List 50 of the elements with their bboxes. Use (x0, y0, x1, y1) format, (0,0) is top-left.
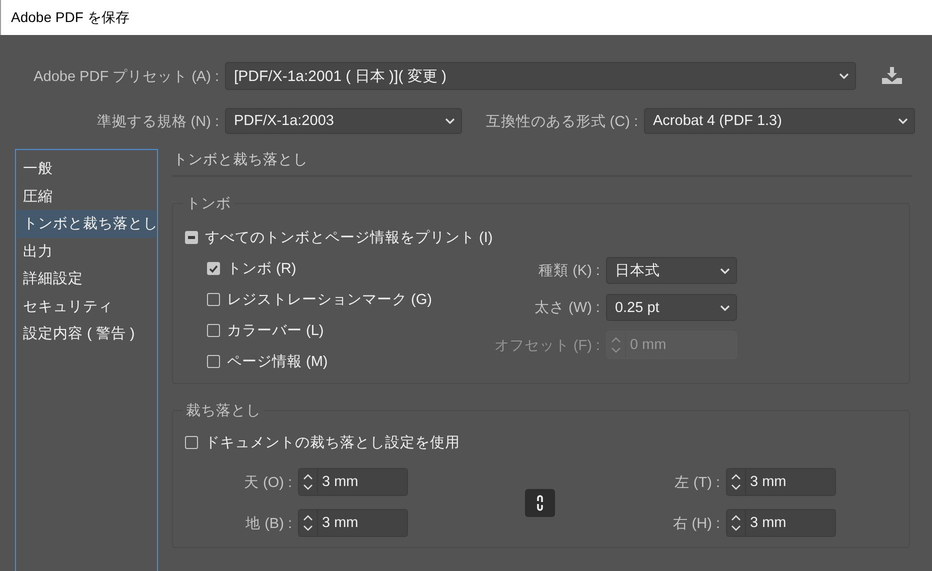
checkbox[interactable]: トンボ (R) (207, 253, 432, 284)
caret-icon (720, 304, 730, 310)
dropdown[interactable]: 日本式 (606, 257, 737, 284)
field-label: 太さ (W) : (534, 299, 600, 317)
field-label: 右 (H) : (672, 514, 720, 532)
compatibility-dropdown[interactable]: Acrobat 4 (PDF 1.3) (644, 108, 915, 134)
sidebar-item[interactable]: 一般 (17, 155, 156, 182)
dropdown[interactable]: 0.25 pt (606, 294, 737, 321)
caret-icon (898, 118, 908, 124)
check-icon (209, 264, 218, 272)
spinner-field[interactable]: 3 mm (726, 468, 836, 496)
checkbox[interactable]: レジストレーションマーク (G) (207, 284, 432, 315)
section-title: トンボと裁ち落とし (172, 149, 912, 177)
spinner-arrows-icon[interactable] (731, 472, 741, 492)
download-icon[interactable] (881, 67, 903, 85)
spinner-arrows-icon[interactable] (303, 513, 313, 533)
field-label: 天 (O) : (242, 474, 292, 492)
link-button[interactable] (525, 488, 555, 516)
preset-label: Adobe PDF プリセット (A) : (32, 68, 219, 86)
checkbox[interactable]: ページ情報 (M) (207, 346, 432, 377)
spinner-field[interactable]: 3 mm (726, 509, 836, 537)
chain-link-icon (535, 494, 545, 512)
checkbox[interactable]: ドキュメントの裁ち落とし設定を使用 (185, 427, 897, 458)
sidebar-item[interactable]: 圧縮 (17, 182, 156, 210)
preset-dropdown[interactable]: [PDF/X-1a:2001 ( 日本 )]( 変更 ) (225, 62, 856, 90)
caret-icon (720, 268, 730, 274)
caret-icon (839, 73, 849, 79)
sidebar-item[interactable]: セキュリティ (17, 292, 156, 320)
field-label: 種類 (K) : (538, 262, 600, 280)
group-legend: トンボ (183, 194, 234, 213)
field-label: 地 (B) : (244, 514, 292, 532)
minus-icon (188, 236, 195, 239)
spinner-arrows-icon[interactable] (731, 513, 741, 533)
window-title: Adobe PDF を保存 (11, 8, 130, 26)
sidebar-item[interactable]: トンボと裁ち落とし (17, 210, 156, 238)
checkbox[interactable]: すべてのトンボとページ情報をプリント (I) (185, 222, 897, 253)
compatibility-label: 互換性のある形式 (C) : (484, 112, 638, 130)
caret-icon (445, 118, 455, 124)
field-label: 左 (T) : (673, 474, 720, 492)
group-legend: 裁ち落とし (183, 401, 264, 420)
spinner-field[interactable]: 3 mm (298, 468, 408, 496)
sidebar-item[interactable]: 出力 (17, 238, 156, 265)
spinner-arrows-icon[interactable] (303, 472, 313, 492)
field-label: オフセット (F) : (493, 336, 600, 354)
spinner-field[interactable]: 3 mm (298, 509, 408, 537)
standard-label: 準拠する規格 (N) : (96, 112, 219, 130)
checkbox[interactable]: カラーバー (L) (207, 315, 432, 346)
sidebar-item[interactable]: 詳細設定 (17, 265, 156, 292)
standard-dropdown[interactable]: PDF/X-1a:2003 (225, 108, 462, 134)
sidebar-item[interactable]: 設定内容 ( 警告 ) (17, 320, 156, 348)
